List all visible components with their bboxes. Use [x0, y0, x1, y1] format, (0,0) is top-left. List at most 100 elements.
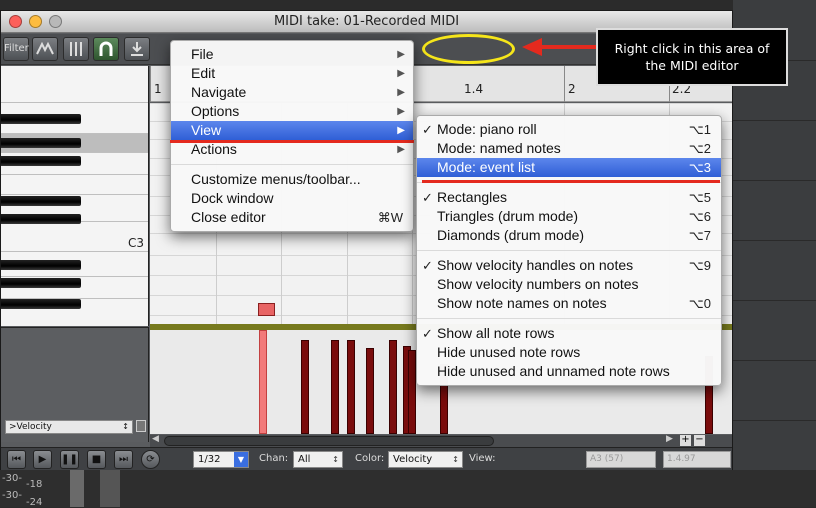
menu-item-rectangles[interactable]: ✓ Rectangles ⌥5 [417, 188, 721, 207]
stepper-icon: ↕ [332, 455, 339, 464]
velocity-handle[interactable] [408, 350, 416, 434]
zoom-out-icon[interactable]: − [694, 435, 705, 446]
velocity-handle[interactable] [259, 330, 267, 434]
menu-item-mode-event-list[interactable]: Mode: event list ⌥3 [417, 158, 721, 177]
menu-item-edit[interactable]: Edit ▶ [171, 64, 413, 83]
pause-icon[interactable]: ❚❚ [60, 450, 79, 469]
menu-item-label: Rectangles [437, 189, 508, 205]
color-select[interactable]: Velocity ↕ [388, 451, 463, 468]
checkmark-icon: ✓ [422, 326, 433, 341]
velocity-lane-value: >Velocity [9, 422, 52, 432]
menu-item-view[interactable]: View ▶ [171, 121, 413, 140]
annotation-callout: Right click in this area of the MIDI edi… [596, 28, 788, 86]
transport-bar: ⏮ ▶ ❚❚ ■ ⏭ ⟳ 1/32 ▼ Chan: All ↕ Color: V… [1, 447, 732, 470]
black-key[interactable] [1, 214, 81, 224]
grid-select[interactable]: 1/32 ▼ [193, 451, 249, 468]
background-mixer-area: -30- -18 -30- -24 [0, 470, 816, 508]
menu-item-label: Navigate [191, 84, 247, 100]
filter-button[interactable]: Filter [3, 37, 29, 61]
checkmark-icon: ✓ [422, 190, 433, 205]
minimize-window-button[interactable] [29, 15, 42, 28]
black-key[interactable] [1, 114, 81, 124]
piano-keyboard[interactable]: C3 [1, 66, 149, 326]
black-key[interactable] [1, 156, 81, 166]
black-key[interactable] [1, 299, 81, 309]
play-icon[interactable]: ▶ [33, 450, 52, 469]
menu-item-label: Show note names on notes [437, 295, 607, 311]
velocity-handle[interactable] [301, 340, 309, 434]
black-key[interactable] [1, 196, 81, 206]
context-menu: File ▶ Edit ▶ Navigate ▶ Options ▶ View ▶ Act… [170, 40, 414, 232]
annotation-underline [422, 180, 720, 183]
velocity-handle[interactable] [347, 340, 355, 434]
scroll-right-icon[interactable]: ▶ [666, 434, 673, 444]
submenu-arrow-icon: ▶ [397, 106, 405, 117]
menu-item-label: Dock window [191, 190, 274, 206]
stop-icon[interactable]: ■ [87, 450, 106, 469]
download-icon[interactable] [124, 37, 150, 61]
checkmark-icon: ✓ [422, 122, 433, 137]
checkmark-icon: ✓ [422, 258, 433, 273]
menu-item-dock-window[interactable]: Dock window [171, 189, 413, 208]
time-field[interactable]: 1.4.97 [663, 451, 731, 468]
chan-label: Chan: [259, 453, 289, 464]
menu-shortcut: ⌥0 [688, 296, 711, 311]
zoom-in-icon[interactable]: + [680, 435, 691, 446]
velocity-lane-select[interactable]: >Velocity ↕ [5, 420, 133, 434]
menu-item-mode-piano-roll[interactable]: ✓ Mode: piano roll ⌥1 [417, 120, 721, 139]
meter-label: -18 [26, 479, 43, 490]
rewind-icon[interactable]: ⏮ [7, 450, 26, 469]
forward-icon[interactable]: ⏭ [114, 450, 133, 469]
magnet-snap-icon[interactable] [93, 37, 119, 61]
stepper-icon: ↕ [122, 422, 129, 431]
menu-item-navigate[interactable]: Navigate ▶ [171, 83, 413, 102]
color-value: Velocity [393, 454, 433, 465]
c3-key-label: C3 [127, 236, 144, 250]
menu-item-mode-named-notes[interactable]: Mode: named notes ⌥2 [417, 139, 721, 158]
fader-track[interactable] [100, 470, 120, 507]
menu-item-diamonds[interactable]: Diamonds (drum mode) ⌥7 [417, 226, 721, 245]
menu-item-hide-unused-unnamed-rows[interactable]: Hide unused and unnamed note rows [417, 362, 721, 381]
menu-item-label: Mode: piano roll [437, 121, 537, 137]
repeat-icon[interactable]: ⟳ [141, 450, 160, 469]
annotation-arrow-head [522, 38, 542, 56]
scroll-left-icon[interactable]: ◀ [152, 434, 159, 444]
close-window-button[interactable] [9, 15, 22, 28]
grid-lines-icon[interactable] [63, 37, 89, 61]
menu-shortcut: ⌥2 [688, 141, 711, 156]
lane-add-icon[interactable] [136, 420, 146, 432]
highlight-ellipse [422, 34, 515, 64]
velocity-handle[interactable] [366, 348, 374, 434]
velocity-handle[interactable] [331, 340, 339, 434]
black-key[interactable] [1, 278, 81, 288]
zoom-window-button[interactable] [49, 15, 62, 28]
black-key[interactable] [1, 138, 81, 148]
menu-separator [417, 318, 721, 319]
menu-item-velocity-handles[interactable]: ✓ Show velocity handles on notes ⌥9 [417, 256, 721, 275]
horizontal-scrollbar[interactable]: ◀ ▶ + − [150, 434, 732, 447]
menu-item-triangles[interactable]: Triangles (drum mode) ⌥6 [417, 207, 721, 226]
menu-item-note-names[interactable]: Show note names on notes ⌥0 [417, 294, 721, 313]
menu-item-label: Show all note rows [437, 325, 555, 341]
chan-select[interactable]: All ↕ [293, 451, 343, 468]
submenu-arrow-icon: ▶ [397, 49, 405, 60]
menu-item-label: Close editor [191, 209, 266, 225]
menu-item-options[interactable]: Options ▶ [171, 102, 413, 121]
menu-separator [171, 164, 413, 165]
position-field[interactable]: A3 (57) [586, 451, 656, 468]
menu-item-label: Mode: named notes [437, 140, 561, 156]
envelope-icon[interactable] [32, 37, 58, 61]
menu-item-customize[interactable]: Customize menus/toolbar... [171, 170, 413, 189]
menu-shortcut: ⌥6 [688, 209, 711, 224]
meter-label: -30- [2, 490, 22, 501]
menu-item-hide-unused-rows[interactable]: Hide unused note rows [417, 343, 721, 362]
menu-item-close-editor[interactable]: Close editor ⌘W [171, 208, 413, 227]
menu-item-show-all-rows[interactable]: ✓ Show all note rows [417, 324, 721, 343]
scroll-thumb[interactable] [164, 436, 494, 446]
midi-note[interactable] [258, 303, 275, 316]
menu-item-velocity-numbers[interactable]: Show velocity numbers on notes [417, 275, 721, 294]
menu-item-file[interactable]: File ▶ [171, 45, 413, 64]
chevron-down-icon[interactable]: ▼ [234, 452, 248, 467]
velocity-handle[interactable] [389, 340, 397, 434]
black-key[interactable] [1, 260, 81, 270]
